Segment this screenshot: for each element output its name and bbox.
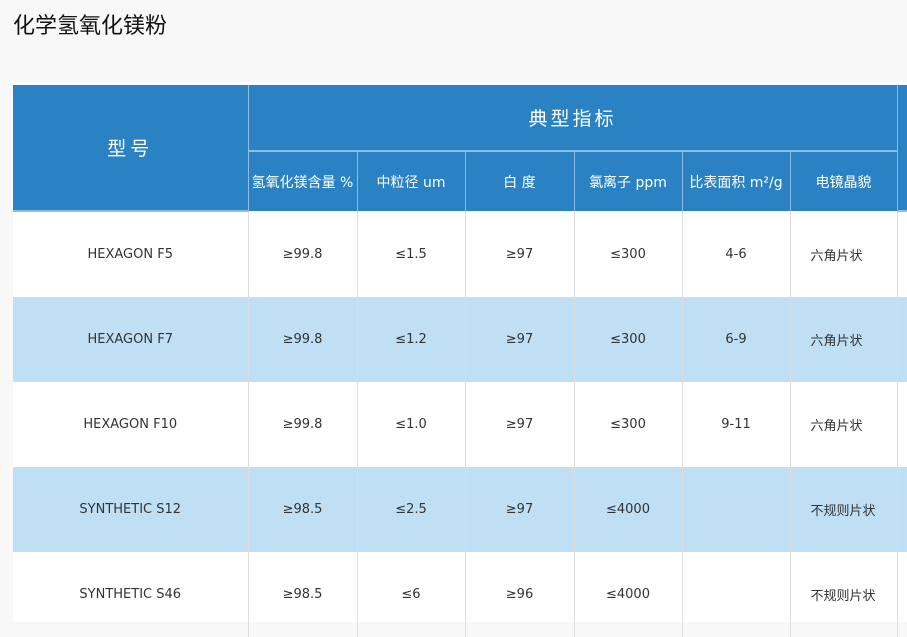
value-cell: ≤6 (356, 552, 466, 637)
spec-table-container: 型号 典型指标 氢氧化镁含量 % 中粒径 um 白 度氯离子 ppm 比表面积 m²/… (13, 82, 907, 637)
extra-cell (896, 297, 907, 382)
model-cell: SYNTHETIC S12 (13, 467, 249, 552)
value-cell: 9-11 (681, 382, 791, 467)
value-cell: ≥97 (464, 211, 575, 297)
extra-cell (896, 382, 907, 467)
value-cell: 六角片状 (789, 382, 898, 467)
value-cell: ≤1.2 (356, 297, 466, 382)
model-cell: HEXAGON F10 (13, 382, 249, 467)
value-cell: ≥96 (464, 552, 575, 637)
value-cell: 6-9 (681, 297, 791, 382)
extra-cell (896, 211, 907, 297)
table-row: SYNTHETIC S46 ≥98.5 ≤6 ≥96 ≤4000 不规则片状 (13, 552, 907, 637)
table-row: HEXAGON F5 ≥99.8 ≤1.5 ≥97 ≤300 4-6 六角片状 (13, 211, 907, 297)
header-model: 型号 (13, 85, 249, 212)
value-cell: 六角片状 (789, 211, 898, 297)
value-cell: ≥98.5 (247, 552, 358, 637)
column-header: 氢氧化镁含量 % (247, 151, 358, 211)
value-cell: ≤4000 (573, 467, 683, 552)
spec-table: 型号 典型指标 氢氧化镁含量 % 中粒径 um 白 度氯离子 ppm 比表面积 m²/… (13, 85, 907, 637)
column-header: 电镜晶貌 (789, 151, 898, 211)
value-cell: 不规则片状 (789, 467, 898, 552)
value-cell: ≤300 (573, 211, 683, 297)
value-cell: ≤2.5 (356, 467, 466, 552)
value-cell: ≥98.5 (247, 467, 358, 552)
model-cell: SYNTHETIC S46 (13, 552, 249, 637)
value-cell: ≥97 (464, 382, 575, 467)
header-typical-specs: 典型指标 (247, 85, 898, 152)
value-cell: ≥99.8 (247, 297, 358, 382)
table-row: HEXAGON F10 ≥99.8 ≤1.0 ≥97 ≤300 9-11 六角片状 (13, 382, 907, 467)
value-cell (681, 467, 791, 552)
value-cell: ≤1.0 (356, 382, 466, 467)
page-title: 化学氢氧化镁粉 (13, 14, 168, 39)
value-cell: ≤1.5 (356, 211, 466, 297)
model-cell: HEXAGON F7 (13, 297, 249, 382)
table-row: HEXAGON F7 ≥99.8 ≤1.2 ≥97 ≤300 6-9 六角片状 (13, 297, 907, 382)
model-cell: HEXAGON F5 (13, 211, 249, 297)
value-cell: ≥97 (464, 467, 575, 552)
column-header: 氯离子 ppm (573, 151, 683, 211)
extra-cell (896, 467, 907, 552)
value-cell: ≤4000 (573, 552, 683, 637)
value-cell: ≤300 (573, 297, 683, 382)
table-row: SYNTHETIC S12 ≥98.5 ≤2.5 ≥97 ≤4000 不规则片状 (13, 467, 907, 552)
column-header: 白 度 (464, 151, 575, 211)
value-cell: ≥99.8 (247, 382, 358, 467)
column-header: 中粒径 um (356, 151, 466, 211)
extra-cell (896, 552, 907, 637)
column-header: 比表面积 m²/g (681, 151, 791, 211)
value-cell: 六角片状 (789, 297, 898, 382)
value-cell: ≥97 (464, 297, 575, 382)
value-cell: 不规则片状 (789, 552, 898, 637)
value-cell: ≤300 (573, 382, 683, 467)
value-cell (681, 552, 791, 637)
value-cell: ≥99.8 (247, 211, 358, 297)
header-extra (896, 85, 907, 212)
value-cell: 4-6 (681, 211, 791, 297)
